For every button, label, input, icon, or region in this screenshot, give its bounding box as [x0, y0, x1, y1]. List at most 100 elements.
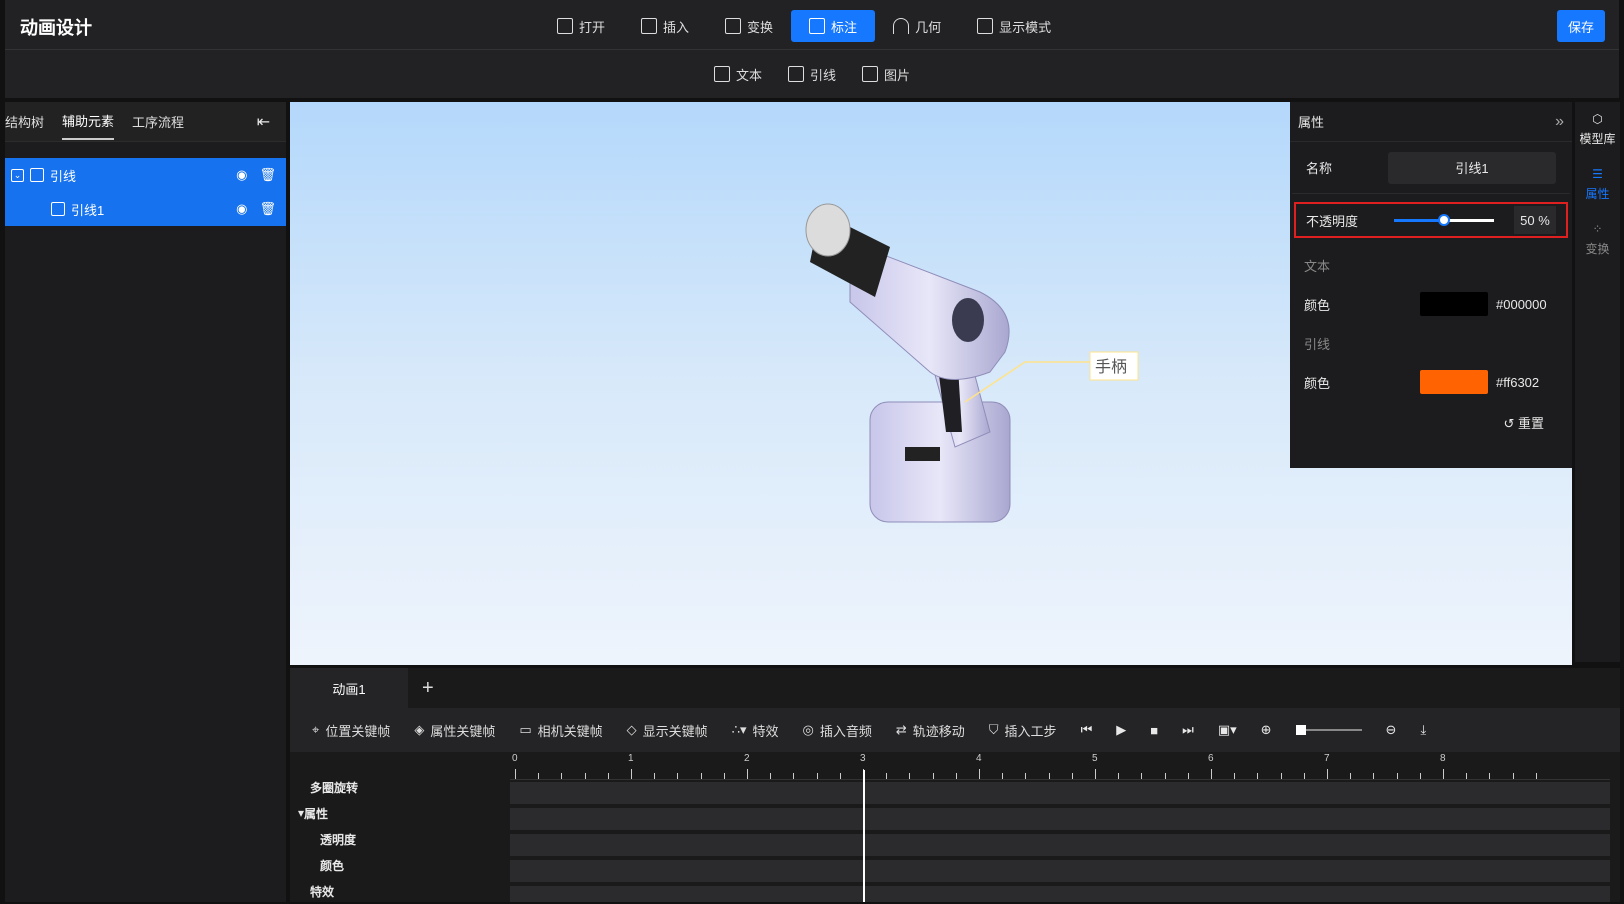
- tab-auxiliary-elements[interactable]: 辅助元素: [62, 103, 115, 140]
- display-mode-button[interactable]: 显示模式: [959, 10, 1069, 42]
- open-button[interactable]: 打开: [539, 10, 623, 42]
- eye-icon[interactable]: ◉: [236, 201, 247, 217]
- zoom-slider-knob[interactable]: [1295, 725, 1306, 735]
- track-color[interactable]: 颜色: [298, 852, 358, 878]
- text-color-swatch[interactable]: [1420, 292, 1488, 316]
- ruler-tick: [1396, 773, 1398, 779]
- trash-icon[interactable]: 🗑: [259, 201, 276, 217]
- ruler-tick: [839, 773, 841, 779]
- ruler-tick: [1512, 773, 1514, 779]
- annotation-button[interactable]: 标注: [791, 10, 876, 42]
- cube-icon: [641, 18, 658, 34]
- track-lane[interactable]: [510, 782, 1610, 804]
- double-chevron-right-icon[interactable]: »: [1555, 113, 1564, 131]
- rail-properties[interactable]: ☰ 属性: [1575, 157, 1620, 212]
- track-lane[interactable]: [510, 834, 1610, 856]
- leader-color-hex[interactable]: #ff6302: [1496, 375, 1558, 390]
- insert-audio-button[interactable]: ◎ 插入音频: [803, 721, 872, 740]
- zoom-in-icon[interactable]: ⊕: [1261, 722, 1272, 738]
- play-icon[interactable]: ▶: [1116, 722, 1126, 738]
- zoom-slider[interactable]: [1295, 725, 1362, 735]
- ruler-tick: [770, 773, 772, 779]
- track-effects[interactable]: 特效: [298, 878, 358, 904]
- rail-model-library[interactable]: ⬡ 模型库: [1575, 102, 1620, 157]
- track-opacity[interactable]: 透明度: [298, 826, 358, 852]
- transform-icon: [725, 18, 742, 34]
- property-keyframe-button[interactable]: ◈ 属性关键帧: [414, 721, 495, 740]
- camera-keyframe-button[interactable]: ▭ 相机关键帧: [519, 721, 602, 740]
- text-section-label: 文本: [1304, 258, 1331, 274]
- annotation-icon: [809, 18, 826, 34]
- leader-icon: [51, 202, 65, 216]
- leader-color-label: 颜色: [1304, 375, 1331, 391]
- step-back-icon[interactable]: ⏮: [1081, 722, 1093, 738]
- collapse-panel-icon[interactable]: ⇤: [257, 112, 270, 132]
- display-keyframe-button[interactable]: ◇ 显示关键帧: [627, 721, 708, 740]
- arc-icon: [893, 18, 910, 34]
- ruler-tick: [816, 773, 818, 779]
- insert-step-button[interactable]: ⛉ 插入工步: [989, 721, 1057, 740]
- insert-button[interactable]: 插入: [623, 10, 707, 42]
- track-lane[interactable]: [510, 886, 1610, 902]
- ruler-tick: [793, 773, 795, 779]
- ruler-label: 7: [1324, 753, 1330, 764]
- save-button[interactable]: 保存: [1557, 10, 1605, 42]
- step-forward-icon[interactable]: ⏭: [1182, 722, 1194, 738]
- leader-button[interactable]: 引线: [787, 58, 836, 90]
- tab-process-flow[interactable]: 工序流程: [132, 104, 184, 139]
- speed-icon[interactable]: ▣▾: [1218, 722, 1237, 738]
- opacity-slider[interactable]: [1394, 213, 1495, 226]
- effects-button[interactable]: ∴▾ 特效: [732, 721, 779, 740]
- time-ruler[interactable]: 0 1 2 3 4 5 6 7 8: [510, 753, 1610, 780]
- ruler-tick: [677, 773, 679, 779]
- transform-button[interactable]: 变换: [707, 10, 791, 42]
- eye-icon[interactable]: ◉: [236, 167, 247, 183]
- download-icon[interactable]: ⤓: [1420, 722, 1426, 738]
- camera-icon: ▭: [519, 722, 532, 737]
- stop-icon[interactable]: ■: [1150, 723, 1158, 738]
- playhead[interactable]: [863, 770, 865, 902]
- ruler-tick: [1071, 773, 1073, 779]
- position-keyframe-button[interactable]: ⌖ 位置关键帧: [312, 721, 390, 740]
- expand-toggle-icon[interactable]: ⌄: [11, 168, 24, 182]
- track-move-button[interactable]: ⇄ 轨迹移动: [896, 721, 965, 740]
- properties-panel: 属性 » 名称 引线1 不透明度 50 % 文本 颜色 #000000 引线 颜…: [1290, 102, 1572, 468]
- track-properties[interactable]: ▾ 属性: [298, 800, 358, 826]
- leader-section-label: 引线: [1304, 336, 1331, 352]
- track-lane[interactable]: [510, 808, 1610, 830]
- track-multi-rotation[interactable]: 多圈旋转: [298, 774, 358, 800]
- opacity-value[interactable]: 50 %: [1514, 206, 1556, 234]
- name-field[interactable]: 引线1: [1388, 151, 1556, 184]
- ruler-label: 6: [1208, 753, 1214, 764]
- zoom-out-icon[interactable]: ⊖: [1386, 722, 1397, 738]
- geometry-button[interactable]: 几何: [875, 10, 959, 42]
- battery-pack: [869, 401, 1011, 523]
- tab-animation-1[interactable]: 动画1: [290, 668, 408, 708]
- ruler-label: 3: [860, 753, 866, 764]
- tab-structure-tree[interactable]: 结构树: [5, 104, 44, 139]
- rail-transform[interactable]: ⁘ 变换: [1575, 212, 1620, 267]
- vent: [952, 298, 984, 342]
- ruler-tick: [631, 769, 632, 779]
- text-color-hex[interactable]: #000000: [1496, 297, 1558, 312]
- annotation-label: 手柄: [1095, 357, 1127, 376]
- ruler-tick: [1002, 773, 1004, 779]
- ruler-tick: [1118, 773, 1120, 779]
- ruler-tick: [700, 773, 702, 779]
- add-tab-icon[interactable]: +: [422, 677, 434, 700]
- ruler-tick: [1327, 769, 1328, 779]
- ruler-tick: [1141, 773, 1143, 779]
- tree-item-leader-group[interactable]: ⌄ 引线 ◉ 🗑: [5, 158, 286, 192]
- drill-model[interactable]: 手柄: [290, 102, 1280, 665]
- track-lane[interactable]: [510, 860, 1610, 882]
- effects-icon: ∴▾: [731, 722, 747, 737]
- tree-item-leader-1[interactable]: 引线1 ◉ 🗑: [5, 192, 286, 226]
- cube-icon: ◈: [414, 722, 425, 737]
- reset-button[interactable]: ↺ 重置: [1503, 413, 1544, 432]
- text-button[interactable]: 文本: [713, 58, 762, 90]
- ruler-tick: [1164, 773, 1166, 779]
- slider-knob[interactable]: [1438, 213, 1451, 226]
- image-button[interactable]: 图片: [862, 58, 910, 90]
- trash-icon[interactable]: 🗑: [259, 167, 276, 183]
- leader-color-swatch[interactable]: [1420, 370, 1488, 394]
